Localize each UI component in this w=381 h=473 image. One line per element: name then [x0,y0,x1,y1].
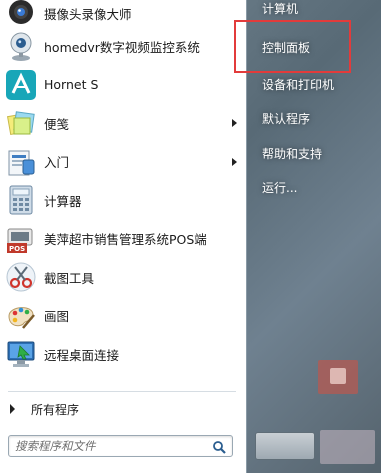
program-label: 截图工具 [44,270,95,286]
program-label: 摄像头录像大师 [44,7,132,22]
search-box[interactable] [8,435,233,457]
search-input[interactable] [15,438,205,454]
program-item-homedvr[interactable]: homedvr数字视频监控系统 [0,27,247,66]
submenu-arrow-icon[interactable] [232,119,237,128]
program-label: homedvr数字视频监控系统 [44,39,200,55]
programs-pane: 摄像头录像大师 homedvr数字视频监控系统 Hornet S 便笺 入门 计… [0,0,247,473]
programs-list: 摄像头录像大师 homedvr数字视频监控系统 Hornet S 便笺 入门 计… [0,0,247,374]
submenu-arrow-icon[interactable] [232,157,237,166]
place-label: 运行... [262,180,298,195]
divider [8,391,236,392]
program-item-remote-desktop[interactable]: 远程桌面连接 [0,335,247,374]
program-item-hornet-s[interactable]: Hornet S [0,66,247,105]
control-panel-highlight-box [234,20,351,73]
place-label: 帮助和支持 [262,146,323,161]
camera-icon [5,30,37,62]
all-programs-label: 所有程序 [31,402,80,417]
place-item-run[interactable]: 运行... [256,177,297,197]
place-item-default-programs[interactable]: 默认程序 [256,108,310,128]
place-item-computer[interactable]: 计算机 [256,0,298,18]
program-label: Hornet S [44,77,99,93]
shutdown-button[interactable] [255,432,315,460]
program-item-snipping-tool[interactable]: 截图工具 [0,258,247,297]
pos-icon: POS [5,223,37,255]
start-menu: 摄像头录像大师 homedvr数字视频监控系统 Hornet S 便笺 入门 计… [0,0,381,473]
program-item-paint[interactable]: 画图 [0,297,247,336]
place-label: 计算机 [262,1,299,16]
program-item-webcam-recorder[interactable]: 摄像头录像大师 [0,0,247,27]
place-item-help-support[interactable]: 帮助和支持 [256,143,322,163]
program-item-calculator[interactable]: 计算器 [0,181,247,220]
program-item-sticky-notes[interactable]: 便笺 [0,104,247,143]
place-label: 默认程序 [262,111,311,126]
hornet-icon [5,69,37,101]
program-item-getting-started[interactable]: 入门 [0,143,247,182]
all-programs-button[interactable]: 所有程序 [0,396,247,422]
program-label: 美萍超市销售管理系统POS端 [44,232,207,248]
place-item-devices-printers[interactable]: 设备和打印机 [256,74,334,94]
program-label: 画图 [44,309,70,325]
program-label: 入门 [44,155,70,171]
place-label: 设备和打印机 [262,77,335,92]
scissors-icon [5,261,37,293]
program-item-pos-system[interactable]: POS 美萍超市销售管理系统POS端 [0,220,247,259]
search-icon[interactable] [212,439,226,454]
program-label: 便笺 [44,116,70,132]
program-label: 计算器 [44,193,82,209]
program-label: 远程桌面连接 [44,347,120,363]
getting-started-icon [5,146,37,178]
sticky-notes-icon [5,107,37,139]
remote-desktop-icon [5,338,37,370]
webcam-icon [5,0,37,30]
svg-text:POS: POS [9,245,25,253]
paint-icon [5,300,37,332]
triangle-right-icon [10,404,15,414]
calculator-icon [5,184,37,216]
